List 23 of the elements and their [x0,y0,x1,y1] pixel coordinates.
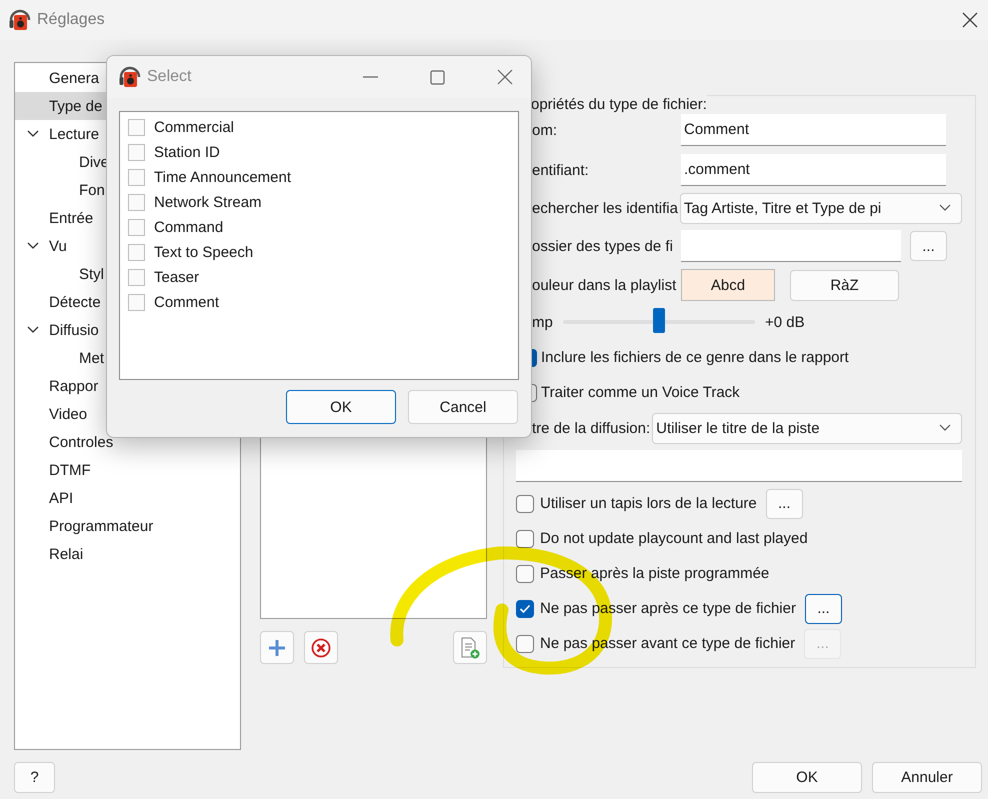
checkbox-label: Teaser [154,269,200,286]
field-label: om: [531,122,558,138]
checkbox-label: Network Stream [154,194,262,211]
field-label: ouleur dans la playlist [531,276,678,294]
field-label: echercher les identifia [531,200,678,216]
field-label: tre de la diffusion: [531,420,650,436]
checkbox-label: Time Announcement [154,169,292,186]
checkbox-label: Traiter comme un Voice Track [541,384,740,401]
checkbox-label: Inclure les fichiers de ce genre dans le rapport [541,349,849,366]
field-label: entifiant: [531,162,590,178]
checkbox-label: Text to Speech [154,244,254,261]
checkbox-label: Comment [154,294,220,311]
field-label: ossier des types de fi [531,238,674,254]
checkbox-label: Do not update playcount and last played [540,530,808,547]
slider-value: +0 dB [765,314,805,330]
field-label: mp [531,314,554,330]
checkbox-label: Utiliser un tapis lors de la lecture [540,495,757,512]
checkbox-label: Commercial [154,119,234,136]
window-title: Réglages [37,11,106,29]
checkbox-label: Station ID [154,144,220,161]
dialog-title: Select [147,68,192,86]
group-title: opriétés du type de fichier: [531,95,707,115]
checkbox-label: Command [154,219,224,236]
